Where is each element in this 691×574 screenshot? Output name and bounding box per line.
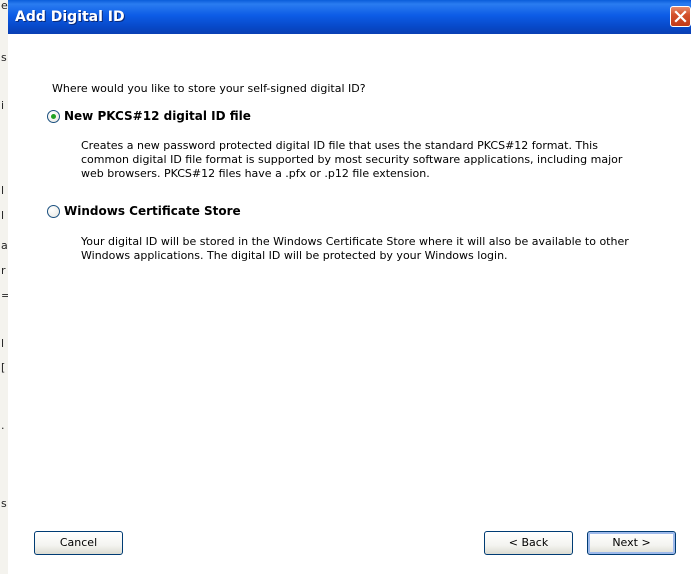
windows-store-option-description: Your digital ID will be stored in the Wi…	[81, 235, 681, 263]
pkcs12-radio-button[interactable]	[47, 109, 60, 123]
description-line: Your digital ID will be stored in the Wi…	[81, 235, 629, 248]
background-fragment: l	[1, 209, 5, 222]
background-fragment: s	[1, 497, 7, 510]
dialog-body: Where would you like to store your self-…	[8, 34, 691, 574]
window-title: Add Digital ID	[15, 9, 125, 25]
description-line: common digital ID file format is support…	[81, 153, 623, 166]
background-fragment: e	[1, 0, 8, 12]
description-line: Windows applications. The digital ID wil…	[81, 249, 508, 262]
background-fragment: [	[1, 361, 6, 374]
background-fragment: i	[1, 99, 5, 112]
option-pkcs12-file[interactable]: New PKCS#12 digital ID file	[47, 108, 251, 124]
pkcs12-option-description: Creates a new password protected digital…	[81, 139, 681, 181]
pkcs12-option-label[interactable]: New PKCS#12 digital ID file	[64, 109, 251, 123]
windows-store-radio-button[interactable]	[47, 204, 60, 218]
windows-store-option-label[interactable]: Windows Certificate Store	[64, 204, 241, 218]
option-windows-certificate-store[interactable]: Windows Certificate Store	[47, 203, 241, 219]
close-icon	[674, 10, 687, 23]
cancel-button[interactable]: Cancel	[34, 531, 123, 555]
background-fragment: a	[1, 239, 8, 252]
title-bar[interactable]: Add Digital ID	[8, 0, 691, 34]
close-button[interactable]	[670, 6, 691, 27]
store-location-prompt: Where would you like to store your self-…	[52, 82, 366, 95]
background-fragment: .	[1, 419, 5, 432]
background-fragment: s	[1, 51, 7, 64]
background-fragment: l	[1, 337, 5, 350]
back-button[interactable]: < Back	[484, 531, 573, 555]
add-digital-id-dialog: Add Digital ID Where would you like to s…	[8, 0, 691, 574]
description-line: Creates a new password protected digital…	[81, 139, 598, 152]
description-line: web browsers. PKCS#12 files have a .pfx …	[81, 167, 430, 180]
background-fragment: l	[1, 184, 5, 197]
background-fragment: r	[1, 264, 6, 277]
next-button[interactable]: Next >	[587, 531, 676, 555]
